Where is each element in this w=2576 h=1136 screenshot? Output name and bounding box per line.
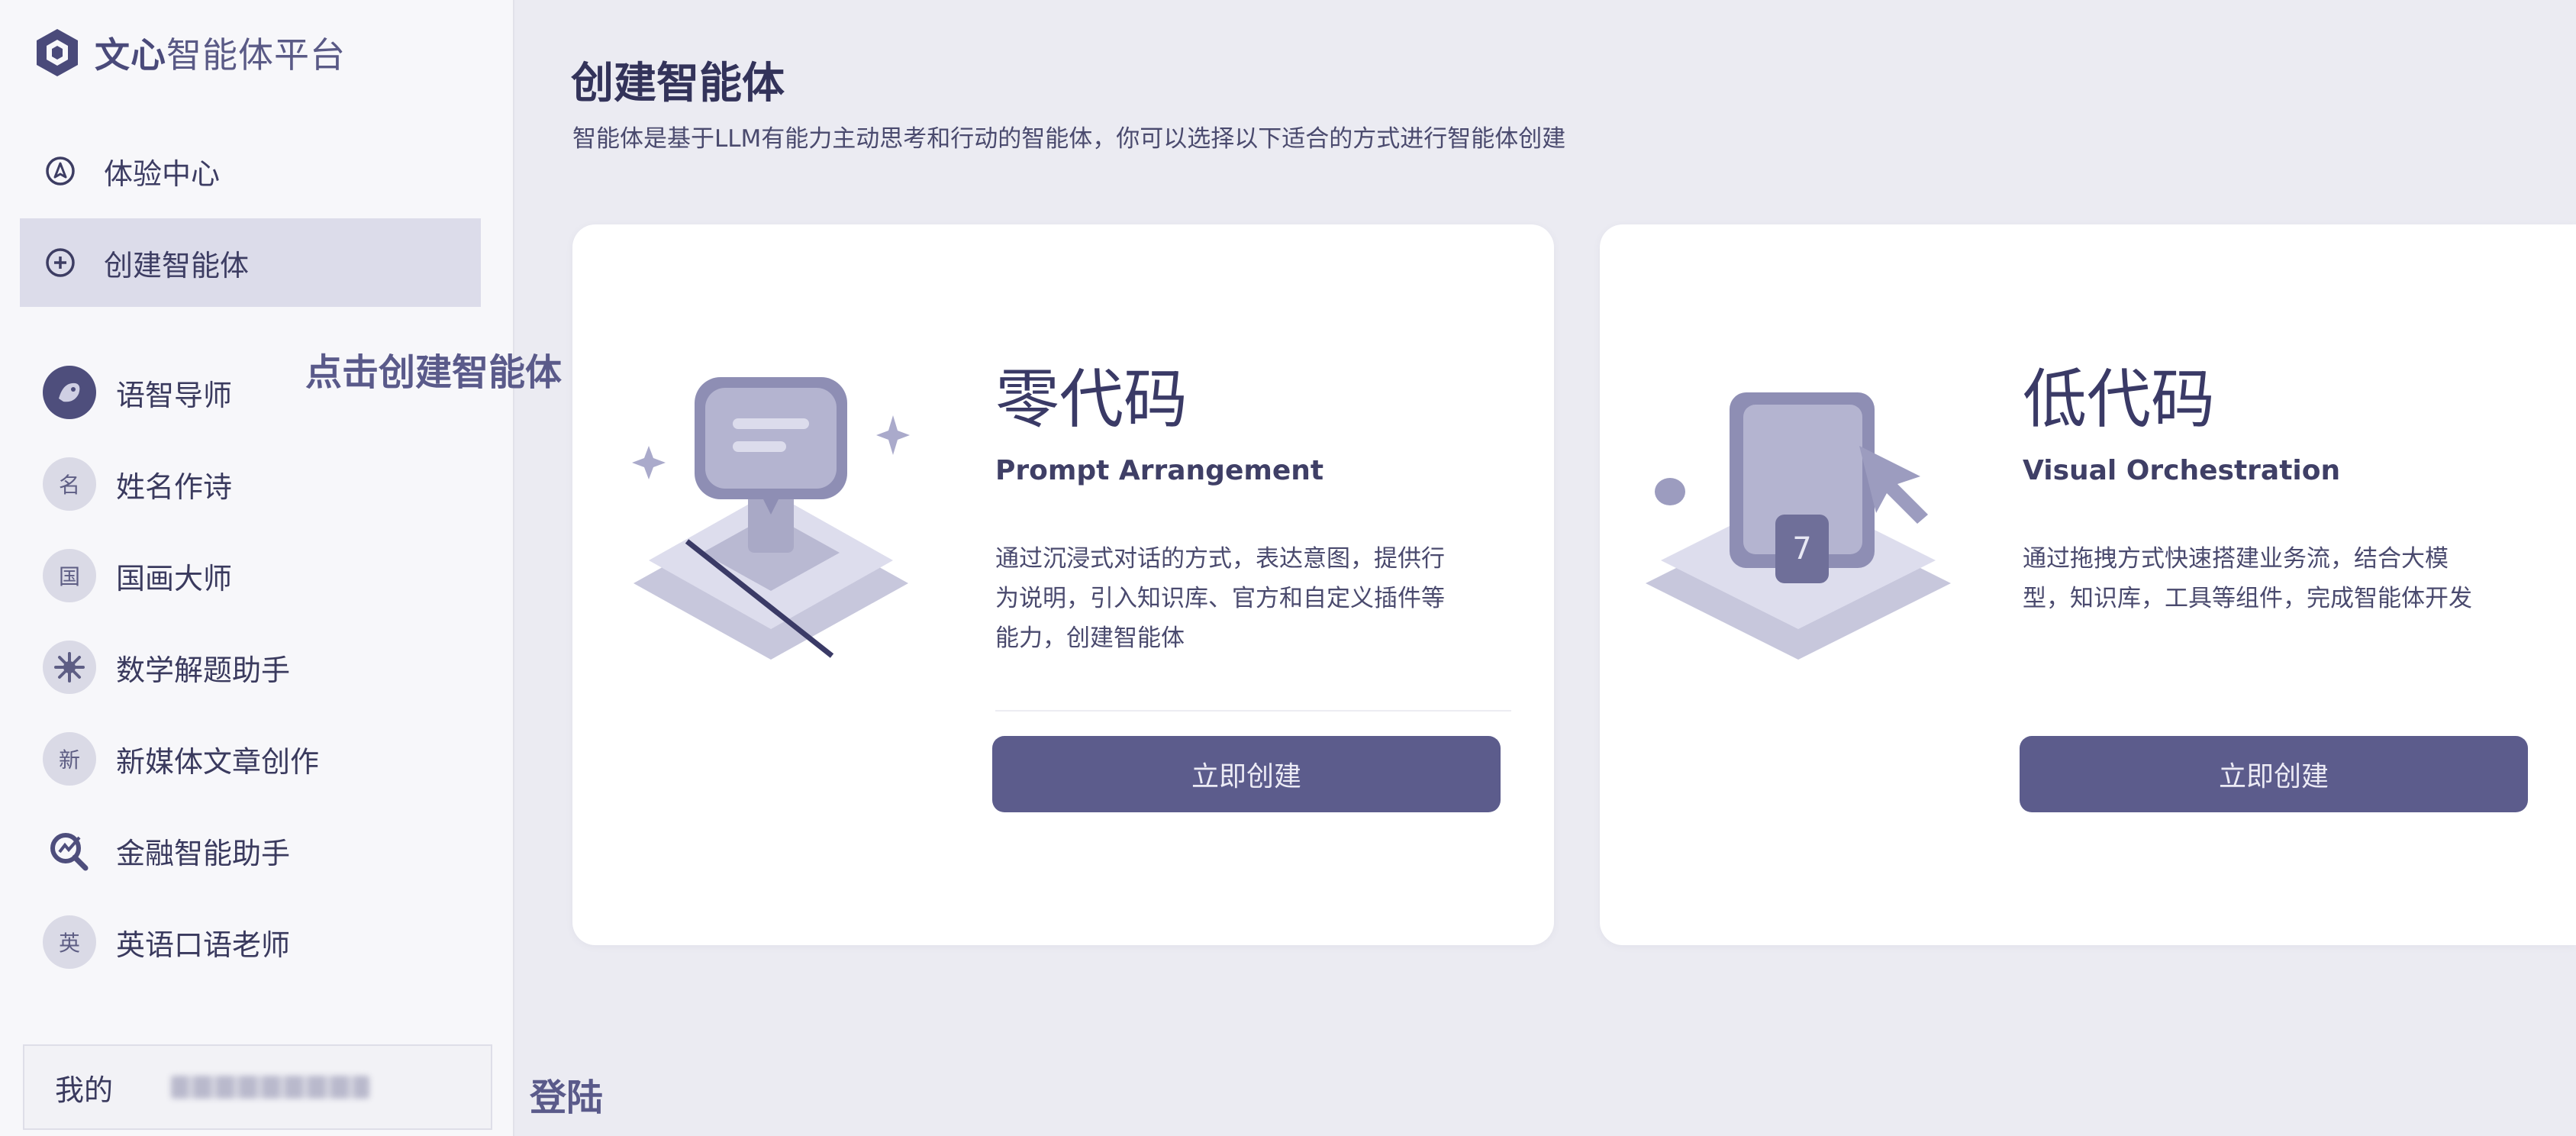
plus-circle-icon <box>46 248 75 277</box>
brand-name-bold: 文心 <box>95 34 166 76</box>
drag-canvas-illustration-icon: 7 <box>1646 392 1951 660</box>
mine-label: 我的 <box>55 1073 114 1107</box>
burst-icon <box>54 652 85 683</box>
page-title: 创建智能体 <box>571 59 785 108</box>
card-title: 低代码 <box>2023 362 2216 437</box>
desc-line: 型，知识库，工具等组件，完成智能体开发 <box>2023 585 2472 612</box>
card-divider <box>995 710 1511 712</box>
agent-label: 数学解题助手 <box>116 653 291 687</box>
desc-line: 通过拖拽方式快速搭建业务流，结合大模 <box>2023 545 2449 573</box>
sidebar: 文心智能体平台 体验中心 创建智能体 语智导师 名 姓名作诗 国 国画大师 数学… <box>0 0 514 1136</box>
agent-label: 语智导师 <box>116 378 233 412</box>
agent-item-math-helper[interactable]: 数学解题助手 <box>43 629 470 705</box>
card-low-code: 7 低代码 Visual Orchestration 通过拖拽方式快速搭建业务流… <box>1600 224 2576 945</box>
brand-logo[interactable]: 文心智能体平台 <box>34 26 346 79</box>
agent-label: 金融智能助手 <box>116 836 291 870</box>
card-subtitle: Prompt Arrangement <box>995 455 1324 486</box>
chat-bubble-illustration-icon <box>632 377 910 660</box>
card-subtitle: Visual Orchestration <box>2023 455 2341 486</box>
page-subtitle: 智能体是基于LLM有能力主动思考和行动的智能体，你可以选择以下适合的方式进行智能… <box>572 125 1566 153</box>
card-title: 零代码 <box>995 362 1188 437</box>
agent-avatar: 英 <box>43 915 96 969</box>
nav-item-create-agent[interactable]: 创建智能体 <box>20 218 481 307</box>
agent-label: 姓名作诗 <box>116 470 233 504</box>
annotation-click-create: 点击创建智能体 <box>305 351 563 394</box>
nav-item-experience-center[interactable]: 体验中心 <box>20 127 481 215</box>
agent-label: 新媒体文章创作 <box>116 744 320 779</box>
magnifier-chart-icon <box>50 833 89 871</box>
desc-line: 为说明，引入知识库、官方和自定义插件等 <box>995 585 1445 612</box>
brand-name-rest: 智能体平台 <box>166 34 346 76</box>
agent-label: 英语口语老师 <box>116 928 291 962</box>
agent-item-english-teacher[interactable]: 英 英语口语老师 <box>43 904 470 980</box>
agent-item-name-poetry[interactable]: 名 姓名作诗 <box>43 446 470 522</box>
mascot-icon <box>50 373 89 412</box>
agent-item-chinese-painting[interactable]: 国 国画大师 <box>43 537 470 614</box>
agent-avatar <box>43 824 96 877</box>
agent-avatar <box>43 366 96 419</box>
agent-avatar <box>43 641 96 694</box>
brand-name: 文心智能体平台 <box>95 27 346 78</box>
create-low-code-button[interactable]: 立即创建 <box>2020 736 2528 812</box>
desc-line: 通过沉浸式对话的方式，表达意图，提供行 <box>995 545 1445 573</box>
desc-line: 能力，创建智能体 <box>995 624 1185 652</box>
agent-item-new-media-writing[interactable]: 新 新媒体文章创作 <box>43 721 470 797</box>
nav-label-experience-center: 体验中心 <box>104 157 221 191</box>
agent-item-finance-helper[interactable]: 金融智能助手 <box>43 812 470 889</box>
create-zero-code-button[interactable]: 立即创建 <box>992 736 1501 812</box>
annotation-login: 登陆 <box>530 1076 604 1119</box>
agent-label: 国画大师 <box>116 561 233 595</box>
nav-label-create-agent: 创建智能体 <box>104 248 250 282</box>
svg-text:7: 7 <box>1792 531 1811 566</box>
card-description: 通过沉浸式对话的方式，表达意图，提供行 为说明，引入知识库、官方和自定义插件等 … <box>995 539 1445 658</box>
compass-icon <box>46 157 75 186</box>
agent-avatar: 名 <box>43 457 96 511</box>
agent-avatar: 新 <box>43 732 96 786</box>
wenxin-logo-icon <box>37 29 78 76</box>
blurred-username <box>171 1076 370 1099</box>
card-description: 通过拖拽方式快速搭建业务流，结合大模 型，知识库，工具等组件，完成智能体开发 <box>2023 539 2472 618</box>
card-zero-code: 零代码 Prompt Arrangement 通过沉浸式对话的方式，表达意图，提… <box>572 224 1554 945</box>
agent-avatar: 国 <box>43 549 96 602</box>
user-bar[interactable]: 我的 <box>23 1044 492 1130</box>
